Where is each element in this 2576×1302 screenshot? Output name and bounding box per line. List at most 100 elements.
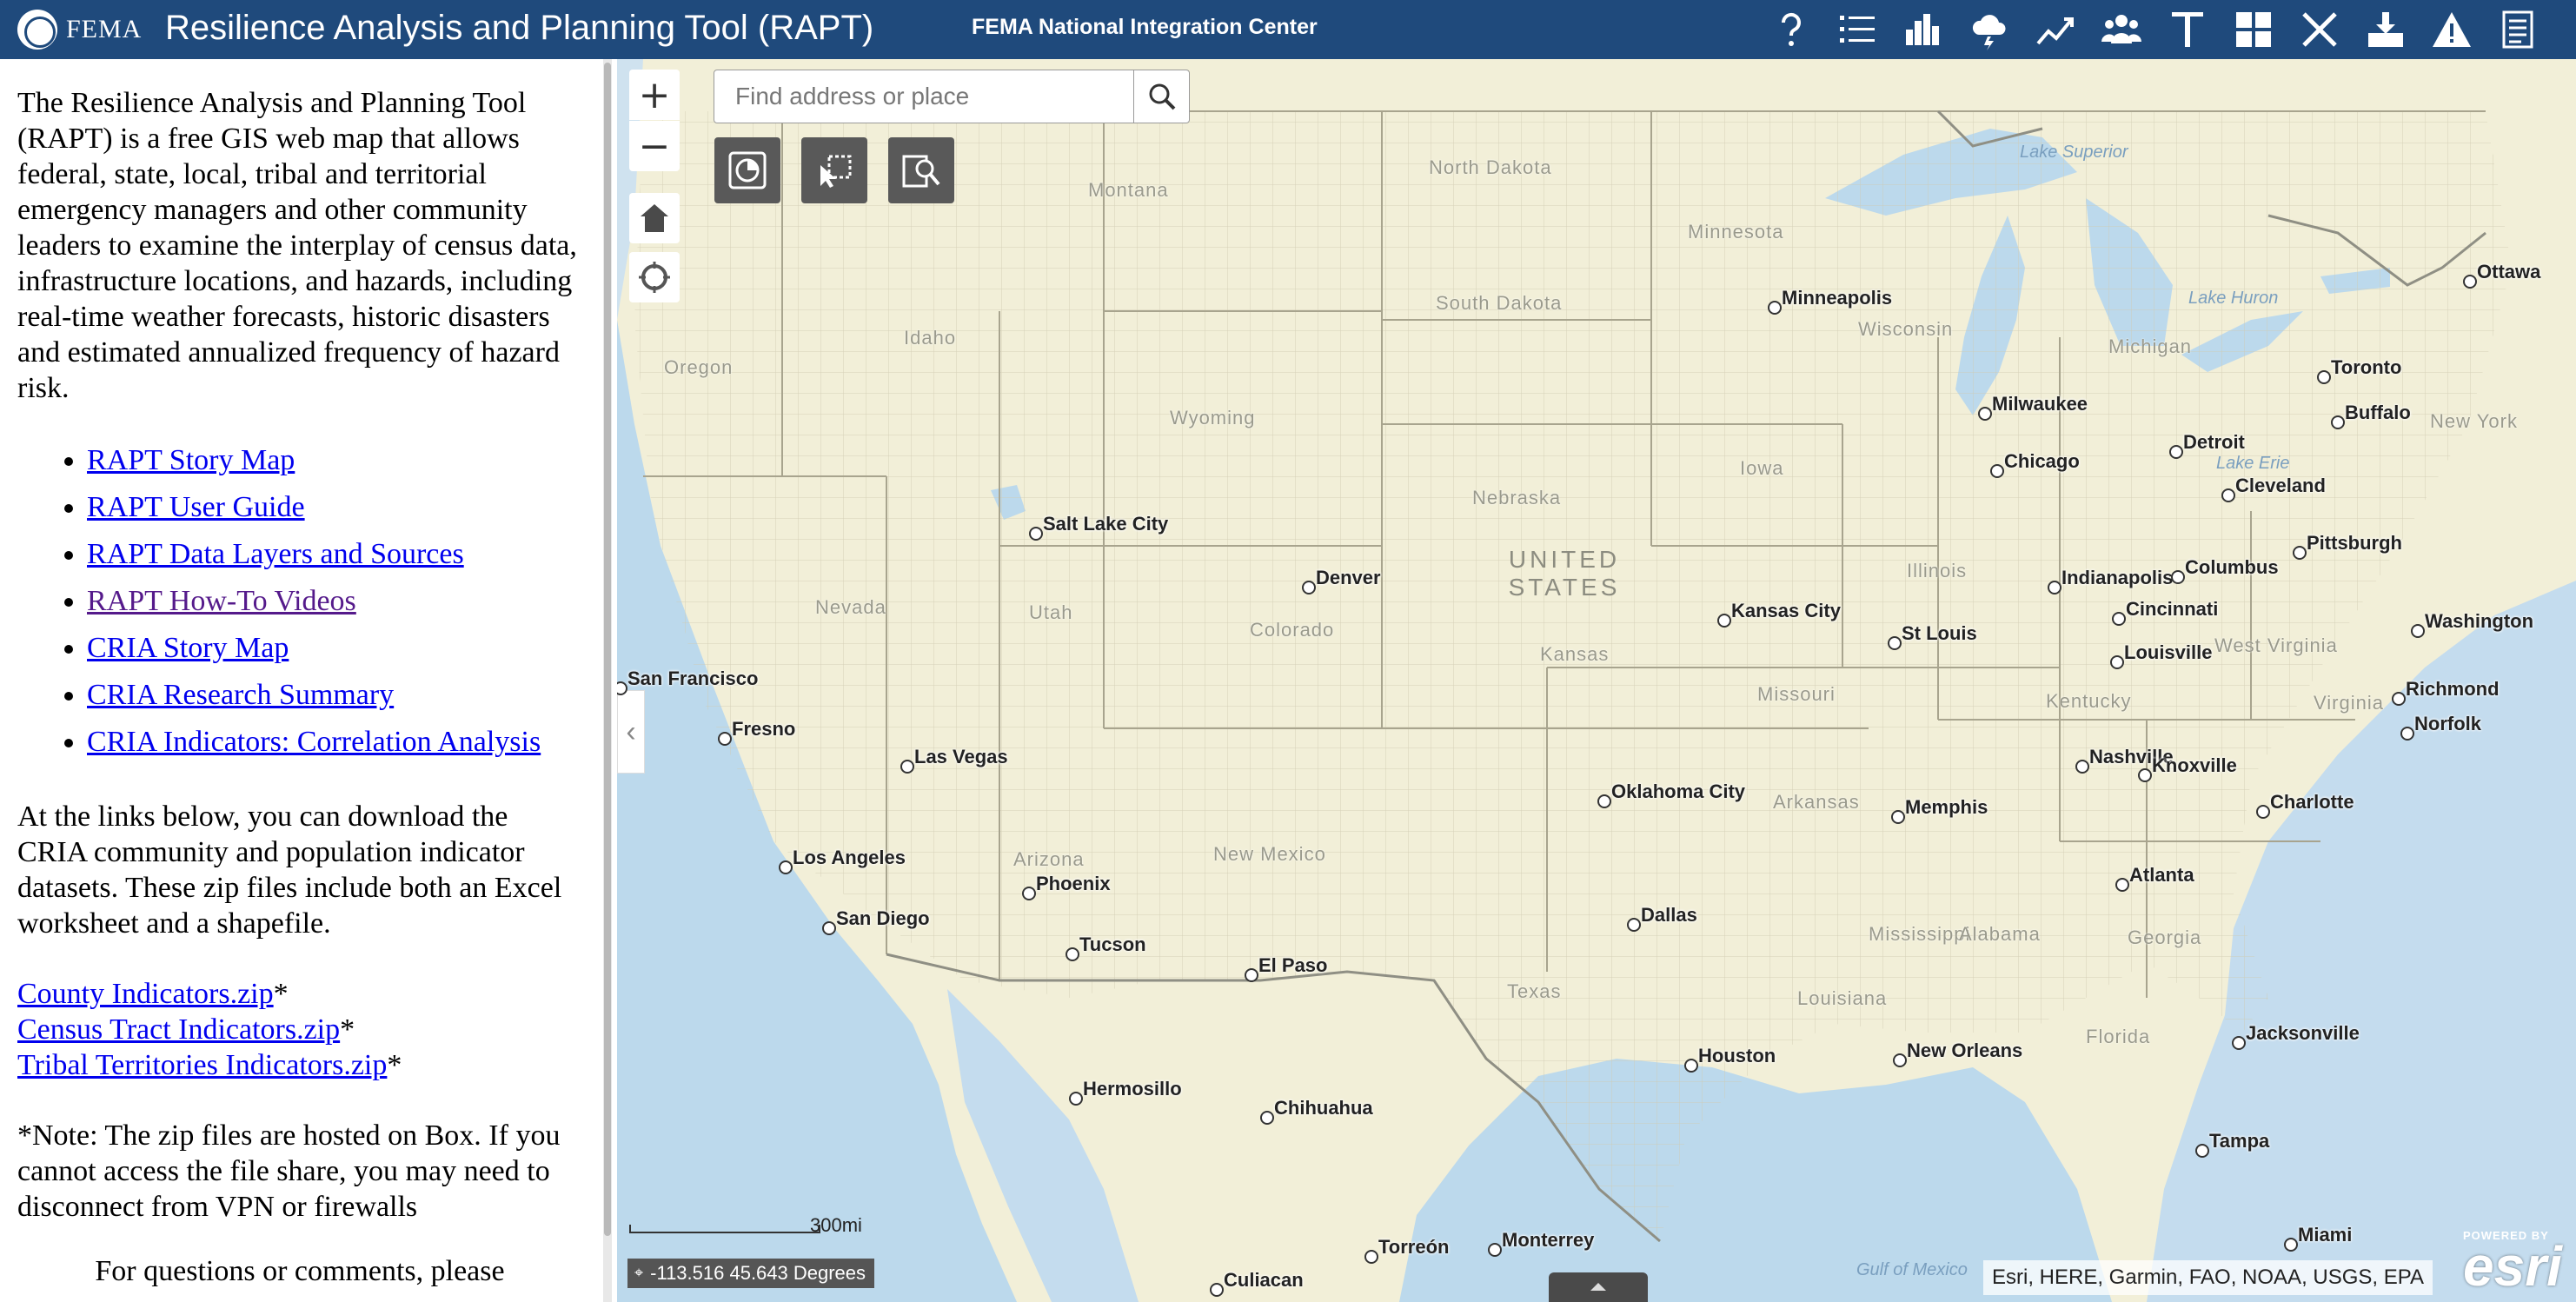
city-label[interactable]: Monterrey (1487, 1229, 1594, 1257)
city-label[interactable]: San Francisco (617, 668, 758, 695)
city-label[interactable]: Houston (1683, 1045, 1776, 1073)
infographic-button[interactable] (714, 137, 780, 203)
address-search (714, 70, 1190, 123)
rapt-data-layers-link[interactable]: RAPT Data Layers and Sources (87, 538, 464, 570)
city-label[interactable]: Charlotte (2256, 791, 2354, 819)
text-icon[interactable] (2161, 5, 2214, 54)
download-icon[interactable] (2359, 5, 2413, 54)
city-label[interactable]: Columbus (2171, 556, 2279, 584)
attribute-table-toggle[interactable] (1549, 1272, 1648, 1302)
city-label[interactable]: Cincinnati (2111, 598, 2218, 626)
chart-icon[interactable] (1896, 5, 1950, 54)
city-label[interactable]: Chihuahua (1260, 1097, 1373, 1125)
tools-icon[interactable] (2293, 5, 2347, 54)
map-label: Minnesota (1688, 221, 1784, 242)
list-item: RAPT How-To Videos (87, 578, 582, 625)
city-label[interactable]: Miami (2283, 1224, 2352, 1252)
city-label[interactable]: Jacksonville (2232, 1022, 2360, 1050)
city-label[interactable]: Ottawa (2462, 261, 2540, 289)
coordinate-readout[interactable]: ⌖ -113.516 45.643 Degrees (627, 1259, 875, 1288)
resource-link-list: RAPT Story Map RAPT User Guide RAPT Data… (87, 437, 582, 766)
checklist-icon[interactable] (2491, 5, 2545, 54)
zoom-in-button[interactable]: + (629, 70, 680, 120)
water-label: Lake Superior (2020, 143, 2128, 162)
city-label[interactable]: Buffalo (2331, 402, 2411, 429)
city-label[interactable]: Cleveland (2221, 475, 2326, 502)
city-label[interactable]: Phoenix (1022, 873, 1111, 900)
collapse-panel-button[interactable]: ‹ (617, 690, 645, 774)
city-label[interactable]: St Louis (1888, 622, 1977, 650)
city-label[interactable]: New Orleans (1892, 1040, 2022, 1067)
city-label[interactable]: San Diego (822, 907, 930, 935)
city-label[interactable]: Torreón (1364, 1236, 1449, 1264)
city-label[interactable]: Louisville (2109, 641, 2212, 669)
city-label[interactable]: Detroit (2169, 431, 2245, 459)
city-label[interactable]: Fresno (717, 718, 795, 746)
map-label: Arizona (1013, 848, 1085, 870)
city-label[interactable]: Los Angeles (779, 847, 906, 874)
rapt-user-guide-link[interactable]: RAPT User Guide (87, 491, 305, 523)
fema-logo[interactable]: FEMA (17, 7, 142, 52)
map-label: Virginia (2314, 692, 2384, 714)
city-label[interactable]: Minneapolis (1767, 287, 1892, 315)
city-label[interactable]: El Paso (1244, 954, 1327, 982)
contact-text: For questions or comments, please (95, 1255, 505, 1287)
side-panel-scrollbar[interactable] (603, 59, 612, 1302)
city-label[interactable]: Kansas City (1717, 600, 1841, 628)
city-label[interactable]: Las Vegas (900, 746, 1008, 774)
grid-icon[interactable] (2227, 5, 2281, 54)
county-indicators-download-link[interactable]: County Indicators.zip (17, 978, 274, 1010)
city-label[interactable]: Richmond (2392, 678, 2500, 706)
city-label[interactable]: Oklahoma City (1597, 781, 1745, 808)
trend-icon[interactable] (2028, 5, 2082, 54)
map-label: Florida (2086, 1026, 2151, 1047)
city-label[interactable]: Tucson (1066, 933, 1146, 961)
zoom-out-button[interactable]: − (629, 121, 680, 171)
search-input[interactable] (714, 70, 1133, 123)
tribal-territories-indicators-download-link[interactable]: Tribal Territories Indicators.zip (17, 1049, 387, 1081)
people-icon[interactable] (2095, 5, 2148, 54)
city-label[interactable]: Salt Lake City (1028, 513, 1168, 541)
city-label[interactable]: Denver (1302, 567, 1381, 595)
city-label[interactable]: Knoxville (2138, 754, 2237, 782)
layer-list-icon[interactable] (1830, 5, 1884, 54)
home-button[interactable] (629, 193, 680, 243)
select-tool-button[interactable] (801, 137, 867, 203)
city-label[interactable]: Memphis (1890, 796, 1988, 824)
city-label[interactable]: Toronto (2316, 356, 2401, 384)
list-item: RAPT User Guide (87, 484, 582, 531)
cria-research-summary-link[interactable]: CRIA Research Summary (87, 679, 394, 711)
help-icon[interactable] (1764, 5, 1818, 54)
city-label[interactable]: Norfolk (2400, 713, 2481, 741)
rapt-how-to-videos-link[interactable]: RAPT How-To Videos (87, 585, 356, 617)
city-label[interactable]: Hermosillo (1069, 1078, 1182, 1106)
weather-icon[interactable] (1962, 5, 2016, 54)
coordinate-text: -113.516 45.643 Degrees (650, 1262, 866, 1284)
search-button[interactable] (1133, 70, 1189, 123)
cria-correlation-analysis-link[interactable]: CRIA Indicators: Correlation Analysis (87, 726, 541, 758)
esri-logo[interactable]: POWERED BY esri (2463, 1229, 2562, 1294)
city-label[interactable]: Washington (2410, 610, 2533, 638)
map-label: Georgia (2128, 927, 2202, 948)
scrollbar-thumb[interactable] (604, 63, 611, 1236)
city-label[interactable]: Culiacan (1210, 1269, 1304, 1297)
header-toolbar (1747, 0, 2576, 59)
warning-icon[interactable] (2425, 5, 2479, 54)
map-label: New York (2430, 410, 2518, 432)
map-view[interactable]: + − ‹ Montana North Dakota Minnesota Sou… (617, 59, 2576, 1302)
city-label[interactable]: Atlanta (2115, 864, 2194, 892)
scale-bar: 300mi (629, 1214, 862, 1236)
city-label[interactable]: Milwaukee (1977, 393, 2088, 421)
crosshair-icon[interactable]: ⌖ (634, 1259, 643, 1288)
locate-button[interactable] (629, 252, 680, 302)
city-label[interactable]: Tampa (2194, 1130, 2269, 1158)
rapt-story-map-link[interactable]: RAPT Story Map (87, 444, 295, 476)
map-label: New Mexico (1213, 843, 1326, 865)
city-label[interactable]: Chicago (1990, 450, 2080, 478)
cria-story-map-link[interactable]: CRIA Story Map (87, 632, 289, 664)
city-label[interactable]: Dallas (1627, 904, 1697, 932)
city-label[interactable]: Pittsburgh (2293, 532, 2402, 560)
city-label[interactable]: Indianapolis (2047, 567, 2173, 595)
census-tract-indicators-download-link[interactable]: Census Tract Indicators.zip (17, 1013, 340, 1046)
query-tool-button[interactable] (888, 137, 954, 203)
